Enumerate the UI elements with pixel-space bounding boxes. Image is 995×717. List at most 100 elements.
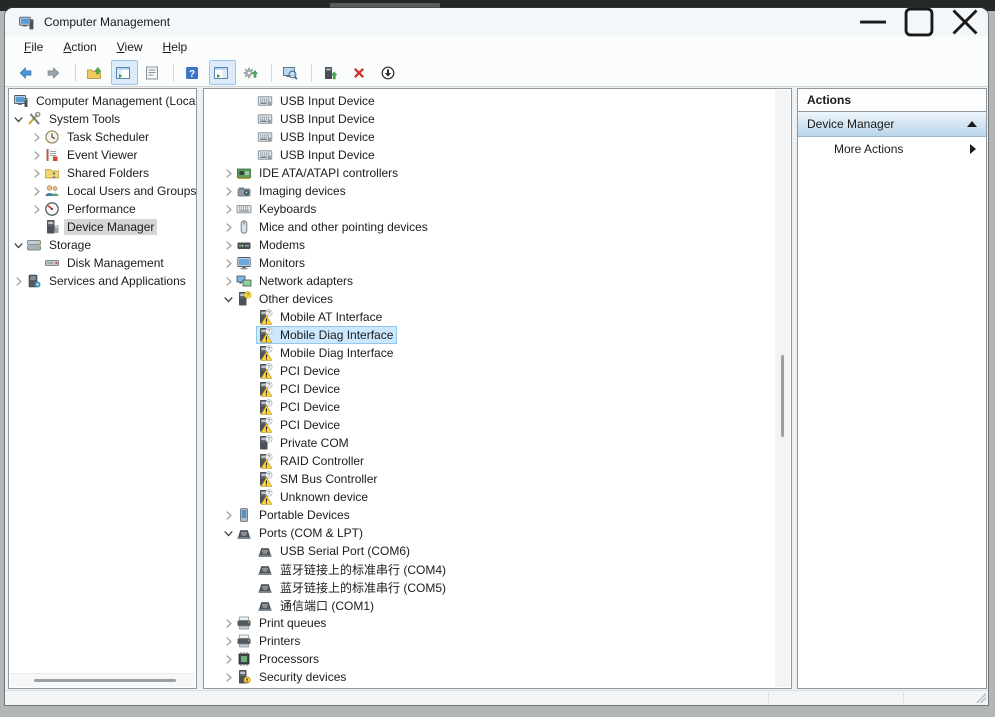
chevron-right-icon[interactable] [29, 148, 44, 163]
tree-item-item[interactable] [204, 686, 791, 689]
minimize-button[interactable] [850, 8, 896, 36]
tree-item-usb-input-device[interactable]: USB Input Device [204, 146, 791, 164]
menu-action[interactable]: Action [53, 37, 106, 58]
toolbar-properties-button[interactable] [140, 60, 167, 85]
tree-item-imaging-devices[interactable]: Imaging devices [204, 182, 791, 200]
toolbar-back-button[interactable] [13, 60, 40, 85]
more-actions-item[interactable]: More Actions [798, 137, 986, 160]
tree-item-label: Imaging devices [256, 183, 349, 199]
toolbar-scan-hardware-button[interactable] [278, 60, 305, 85]
tree-item-network-adapters[interactable]: Network adapters [204, 272, 791, 290]
actions-group-device-manager[interactable]: Device Manager [798, 112, 986, 137]
toolbar-disable-device-button[interactable] [376, 60, 403, 85]
chevron-right-icon[interactable] [221, 508, 236, 523]
maximize-button[interactable] [896, 8, 942, 36]
tree-item-modems[interactable]: Modems [204, 236, 791, 254]
tree-item-usb-input-device[interactable]: USB Input Device [204, 128, 791, 146]
horizontal-scrollbar-thumb[interactable] [34, 679, 176, 682]
question-device-icon: ? [257, 435, 273, 451]
tree-item-unknown-device[interactable]: ?Unknown device [204, 488, 791, 506]
chevron-down-icon[interactable] [11, 112, 26, 127]
tree-item-keyboards[interactable]: Keyboards [204, 200, 791, 218]
horizontal-scrollbar[interactable] [10, 673, 195, 687]
tree-item-raid-controller[interactable]: ?RAID Controller [204, 452, 791, 470]
toolbar-update-driver-button[interactable] [238, 60, 265, 85]
tree-item-mobile-at-interface[interactable]: ?Mobile AT Interface [204, 308, 791, 326]
tree-item-ide-ata-atapi-controllers[interactable]: IDE ATA/ATAPI controllers [204, 164, 791, 182]
chevron-right-icon[interactable] [221, 616, 236, 631]
tree-item-local-users-and-groups[interactable]: Local Users and Groups [9, 182, 196, 200]
chevron-right-icon[interactable] [221, 634, 236, 649]
tree-item-system-tools[interactable]: System Tools [9, 110, 196, 128]
chevron-right-icon[interactable] [29, 130, 44, 145]
chevron-right-icon[interactable] [221, 238, 236, 253]
toolbar-action-pane-toggle-button[interactable] [209, 60, 236, 85]
tree-item-print-queues[interactable]: Print queues [204, 614, 791, 632]
close-button[interactable] [942, 8, 988, 36]
tree-item-usb-input-device[interactable]: USB Input Device [204, 92, 791, 110]
tree-item-com1[interactable]: 通信端口 (COM1) [204, 596, 791, 614]
menu-file[interactable]: File [14, 37, 53, 58]
tree-item-pci-device[interactable]: ?PCI Device [204, 398, 791, 416]
chevron-right-icon[interactable] [221, 220, 236, 235]
vertical-scrollbar[interactable] [775, 90, 790, 687]
resize-grip[interactable] [976, 693, 986, 703]
vertical-scrollbar-thumb[interactable] [781, 355, 784, 437]
chevron-right-icon[interactable] [11, 274, 26, 289]
chevron-right-icon[interactable] [221, 184, 236, 199]
tree-item-private-com[interactable]: ?Private COM [204, 434, 791, 452]
tree-item-usb-input-device[interactable]: USB Input Device [204, 110, 791, 128]
tree-item-task-scheduler[interactable]: Task Scheduler [9, 128, 196, 146]
tree-item-mobile-diag-interface[interactable]: ?Mobile Diag Interface [204, 326, 791, 344]
toolbar-uninstall-button[interactable] [347, 60, 374, 85]
toolbar-forward-button[interactable] [42, 60, 69, 85]
chevron-right-icon[interactable] [29, 184, 44, 199]
tree-item-monitors[interactable]: Monitors [204, 254, 791, 272]
tree-item-storage[interactable]: Storage [9, 236, 196, 254]
chevron-right-icon[interactable] [221, 166, 236, 181]
collapse-caret-icon[interactable] [967, 121, 977, 127]
tree-item-ports-com-lpt[interactable]: Ports (COM & LPT) [204, 524, 791, 542]
chevron-right-icon[interactable] [221, 256, 236, 271]
chevron-down-icon[interactable] [221, 292, 236, 307]
tree-item-pci-device[interactable]: ?PCI Device [204, 362, 791, 380]
tree-item-device-manager[interactable]: Device Manager [9, 218, 196, 236]
chevron-right-icon[interactable] [221, 670, 236, 685]
tree-item-mice-and-other-pointing-devices[interactable]: Mice and other pointing devices [204, 218, 791, 236]
tree-item-computer-management-local[interactable]: Computer Management (Local [9, 92, 196, 110]
chevron-right-icon[interactable] [29, 202, 44, 217]
tree-item-services-and-applications[interactable]: Services and Applications [9, 272, 196, 290]
chevron-right-icon[interactable] [221, 202, 236, 217]
tree-item-usb-serial-port-com6[interactable]: USB Serial Port (COM6) [204, 542, 791, 560]
toolbar-help-button[interactable]: ? [180, 60, 207, 85]
tree-item-performance[interactable]: Performance [9, 200, 196, 218]
chevron-down-icon[interactable] [221, 526, 236, 541]
chevron-right-icon[interactable] [29, 166, 44, 181]
chevron-down-icon[interactable] [11, 238, 26, 253]
tree-item-security-devices[interactable]: Security devices [204, 668, 791, 686]
tree-item-sm-bus-controller[interactable]: ?SM Bus Controller [204, 470, 791, 488]
tree-item-event-viewer[interactable]: Event Viewer [9, 146, 196, 164]
svg-text:?: ? [267, 455, 270, 461]
tree-item-printers[interactable]: Printers [204, 632, 791, 650]
tree-item-processors[interactable]: Processors [204, 650, 791, 668]
menu-view[interactable]: View [107, 37, 153, 58]
tree-item-portable-devices[interactable]: Portable Devices [204, 506, 791, 524]
toolbar-console-tree-toggle-button[interactable] [111, 60, 138, 85]
tree-item-other-devices[interactable]: ?Other devices [204, 290, 791, 308]
tree-item-label: Task Scheduler [64, 129, 152, 145]
chevron-right-icon[interactable] [221, 688, 236, 690]
tree-item-pci-device[interactable]: ?PCI Device [204, 416, 791, 434]
menu-help[interactable]: Help [153, 37, 198, 58]
tree-item-com4[interactable]: 蓝牙链接上的标准串行 (COM4) [204, 560, 791, 578]
tree-item-shared-folders[interactable]: Shared Folders [9, 164, 196, 182]
toolbar-folder-up-button[interactable] [82, 60, 109, 85]
folder-up-icon [86, 65, 102, 81]
chevron-right-icon[interactable] [221, 652, 236, 667]
chevron-right-icon[interactable] [221, 274, 236, 289]
tree-item-mobile-diag-interface[interactable]: ?Mobile Diag Interface [204, 344, 791, 362]
tree-item-com5[interactable]: 蓝牙链接上的标准串行 (COM5) [204, 578, 791, 596]
tree-item-pci-device[interactable]: ?PCI Device [204, 380, 791, 398]
toolbar-pc-update-button[interactable] [318, 60, 345, 85]
tree-item-disk-management[interactable]: Disk Management [9, 254, 196, 272]
